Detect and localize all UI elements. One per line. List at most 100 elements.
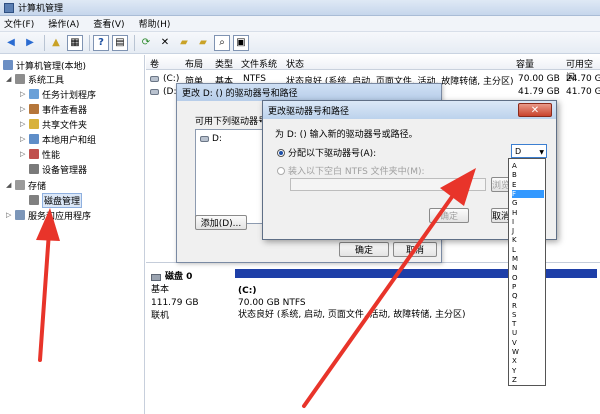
search-icon[interactable]: ⌕ xyxy=(214,34,230,51)
drive-letter-list[interactable]: ABEFGHIJKLMNOPQRSTUVWXYZ xyxy=(508,158,546,386)
device-manager-icon xyxy=(29,164,39,174)
performance-icon xyxy=(29,149,39,159)
window-titlebar: 计算机管理 xyxy=(0,0,600,16)
tools-icon xyxy=(15,74,25,84)
tree-event-viewer[interactable]: ▷ 事件查看器 xyxy=(20,102,87,116)
tree-local-users[interactable]: ▷ 本地用户和组 xyxy=(20,132,96,146)
close-icon[interactable]: ✕ xyxy=(518,103,552,117)
radio-unchecked-icon[interactable] xyxy=(277,166,285,175)
expand-icon[interactable]: ▷ xyxy=(20,120,28,128)
ok-button[interactable]: 确定 xyxy=(429,208,469,223)
drive-letter-select[interactable]: D ▼ xyxy=(511,144,547,158)
drive-letter-option[interactable]: F xyxy=(512,189,544,198)
disk-info[interactable]: 磁盘 0 基本 111.79 GB 联机 xyxy=(151,271,231,323)
partition-c[interactable]: (C:) 70.00 GB NTFS 状态良好 (系统, 启动, 页面文件, 活… xyxy=(238,285,466,321)
expand-icon[interactable]: ▷ xyxy=(20,90,28,98)
tree-shared-folders[interactable]: ▷ 共享文件夹 xyxy=(20,117,87,131)
drive-letter-option[interactable]: M xyxy=(512,255,544,263)
expand-icon[interactable]: ▷ xyxy=(20,105,28,113)
folder-path-input[interactable] xyxy=(290,178,486,191)
back-icon[interactable]: ◀ xyxy=(3,35,19,51)
drive-letter-option[interactable]: L xyxy=(512,246,544,254)
drive-letter-option[interactable]: A xyxy=(512,162,544,170)
toolbar-divider xyxy=(134,34,135,51)
clock-icon xyxy=(29,89,39,99)
assign-letter-option[interactable]: 分配以下驱动器号(A): xyxy=(277,146,376,159)
drive-letter-option[interactable]: N xyxy=(512,264,544,272)
shared-folder-icon xyxy=(29,119,39,129)
toolbar: ◀ ▶ ▲ ▦ ? ▤ ⟳ ✕ ▰ ▰ ⌕ ▣ xyxy=(0,32,600,54)
toolbar-divider xyxy=(89,34,90,51)
drive-letter-option[interactable]: X xyxy=(512,357,544,365)
mount-folder-option[interactable]: 装入以下空白 NTFS 文件夹中(M): xyxy=(277,164,425,177)
col-status[interactable]: 状态 xyxy=(286,57,304,70)
tree-device-manager[interactable]: 设备管理器 xyxy=(29,162,87,176)
menu-help[interactable]: 帮助(H) xyxy=(139,17,171,30)
tree-root[interactable]: 计算机管理(本地) xyxy=(3,58,86,72)
expand-icon[interactable]: ▷ xyxy=(20,150,28,158)
up-folder-icon[interactable]: ▲ xyxy=(48,35,64,51)
show-hide-tree-icon[interactable]: ▦ xyxy=(67,34,83,51)
drive-letter-option[interactable]: Z xyxy=(512,376,544,384)
drive-letter-option[interactable]: G xyxy=(512,199,544,207)
expand-icon[interactable]: ▷ xyxy=(6,211,14,219)
delete-icon[interactable]: ✕ xyxy=(157,35,173,51)
event-log-icon xyxy=(29,104,39,114)
computer-icon xyxy=(3,60,13,70)
forward-icon[interactable]: ▶ xyxy=(22,35,38,51)
tree-performance[interactable]: ▷ 性能 xyxy=(20,147,60,161)
services-icon xyxy=(15,210,25,220)
dialog-titlebar: 更改驱动器号和路径 ✕ xyxy=(263,101,556,119)
tree-system-tools[interactable]: ◢ 系统工具 xyxy=(6,72,64,86)
expand-icon[interactable]: ▷ xyxy=(20,135,28,143)
drive-letter-option[interactable]: E xyxy=(512,181,544,189)
collapse-icon[interactable]: ◢ xyxy=(6,181,14,189)
col-volume[interactable]: 卷 xyxy=(150,57,159,70)
ok-button[interactable]: 确定 xyxy=(339,242,389,257)
col-layout[interactable]: 布局 xyxy=(185,57,203,70)
disk-icon xyxy=(151,274,161,281)
drive-letter-option[interactable]: Q xyxy=(512,292,544,300)
drive-letter-option[interactable]: J xyxy=(512,227,544,235)
list-item[interactable]: D: xyxy=(200,134,222,144)
properties-icon[interactable]: ▤ xyxy=(112,34,128,51)
menu-action[interactable]: 操作(A) xyxy=(48,17,79,30)
radio-checked-icon[interactable] xyxy=(277,148,285,157)
col-capacity[interactable]: 容量 xyxy=(516,57,534,70)
navigation-tree: 计算机管理(本地) ◢ 系统工具 ▷ 任务计划程序 ▷ 事件查看器 ▷ 共享文件… xyxy=(0,55,145,414)
drive-letter-option[interactable]: I xyxy=(512,218,544,226)
new-folder-icon[interactable]: ▰ xyxy=(195,35,211,51)
help-icon[interactable]: ? xyxy=(93,34,109,51)
drive-icon xyxy=(150,89,159,95)
cancel-button[interactable]: 取消 xyxy=(393,242,437,257)
drive-letter-option[interactable]: H xyxy=(512,209,544,217)
drive-letter-option[interactable]: K xyxy=(512,236,544,244)
tree-task-scheduler[interactable]: ▷ 任务计划程序 xyxy=(20,87,96,101)
drive-icon xyxy=(150,76,159,82)
add-button[interactable]: 添加(D)... xyxy=(195,215,247,230)
menu-file[interactable]: 文件(F) xyxy=(4,17,34,30)
chevron-down-icon[interactable]: ▼ xyxy=(539,149,544,156)
view-icon[interactable]: ▣ xyxy=(233,34,249,51)
dialog-prompt: 为 D: () 输入新的驱动器号或路径。 xyxy=(275,130,418,140)
drive-letter-option[interactable]: U xyxy=(512,329,544,337)
drive-letter-option[interactable]: S xyxy=(512,311,544,319)
drive-letter-option[interactable]: T xyxy=(512,320,544,328)
tree-services-apps[interactable]: ▷ 服务和应用程序 xyxy=(6,208,91,222)
drive-letter-option[interactable]: O xyxy=(512,274,544,282)
tree-disk-management[interactable]: 磁盘管理 xyxy=(29,192,83,208)
drive-letter-option[interactable]: W xyxy=(512,348,544,356)
drive-letter-option[interactable]: R xyxy=(512,302,544,310)
drive-letter-option[interactable]: Y xyxy=(512,367,544,375)
tree-storage[interactable]: ◢ 存储 xyxy=(6,178,46,192)
collapse-icon[interactable]: ◢ xyxy=(6,75,14,83)
col-filesystem[interactable]: 文件系统 xyxy=(241,57,277,70)
drive-letter-option[interactable]: B xyxy=(512,171,544,179)
menu-view[interactable]: 查看(V) xyxy=(93,17,124,30)
refresh-icon[interactable]: ⟳ xyxy=(138,35,154,51)
col-type[interactable]: 类型 xyxy=(215,57,233,70)
drive-letter-option[interactable]: V xyxy=(512,339,544,347)
drive-letter-option[interactable]: P xyxy=(512,283,544,291)
volume-list-header: 卷 布局 类型 文件系统 状态 容量 可用空间 xyxy=(146,55,600,83)
open-folder-icon[interactable]: ▰ xyxy=(176,35,192,51)
